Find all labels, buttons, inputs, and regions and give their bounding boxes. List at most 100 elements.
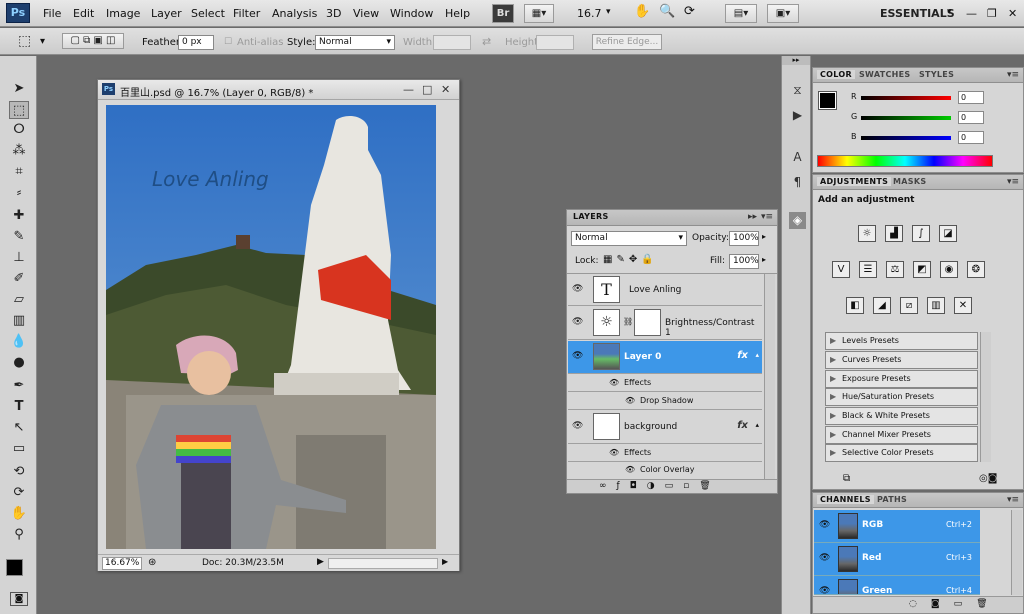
- image-canvas[interactable]: Love Anling: [106, 105, 436, 549]
- foreground-color-swatch[interactable]: [6, 559, 23, 576]
- character-panel-icon[interactable]: A: [789, 149, 806, 166]
- preset-dropdown-icon[interactable]: ▾: [40, 36, 45, 47]
- hue-saturation-icon[interactable]: ☰: [859, 261, 877, 278]
- vibrance-icon[interactable]: V: [832, 261, 850, 278]
- b-slider[interactable]: [861, 136, 951, 140]
- channels-panel-menu-icon[interactable]: ▾≡: [1007, 495, 1019, 505]
- hand-tool-panel-icon[interactable]: ✋: [9, 505, 29, 523]
- clone-stamp-tool-icon[interactable]: ⊥: [9, 249, 29, 267]
- effects-eye-icon[interactable]: 👁: [609, 448, 619, 457]
- zoom-tool-panel-icon[interactable]: ⚲: [9, 526, 29, 544]
- channel-mixer-presets-item[interactable]: ▶ Channel Mixer Presets: [825, 426, 978, 444]
- layer-row-brightness-contrast[interactable]: 👁 ☼ ⛓ Brightness/Contrast 1: [568, 307, 762, 340]
- type-tool-icon[interactable]: T: [9, 398, 29, 416]
- zoom-dropdown-icon[interactable]: ▾: [606, 7, 611, 17]
- adjustments-panel-menu-icon[interactable]: ▾≡: [1007, 177, 1019, 187]
- menu-edit[interactable]: Edit: [73, 7, 94, 20]
- layers-panel-menu-icon[interactable]: ▾≡: [761, 212, 773, 222]
- menu-analysis[interactable]: Analysis: [272, 7, 317, 20]
- levels-icon[interactable]: ▟: [885, 225, 903, 242]
- channel-row-red[interactable]: 👁 Red Ctrl+3: [814, 543, 980, 576]
- effect-drop-shadow-row[interactable]: 👁 Drop Shadow: [568, 393, 762, 410]
- layers-dock-icon[interactable]: ◈: [789, 212, 806, 229]
- effect-eye-icon[interactable]: 👁: [625, 465, 635, 474]
- r-value-input[interactable]: 0: [958, 91, 984, 104]
- black-white-icon[interactable]: ◩: [913, 261, 931, 278]
- status-info-icon[interactable]: ⊛: [148, 557, 156, 568]
- hand-tool-icon[interactable]: ✋: [634, 4, 650, 19]
- fill-input[interactable]: 100%: [729, 254, 759, 269]
- presets-scrollbar[interactable]: [980, 332, 991, 462]
- 3d-rotate-tool-icon[interactable]: ⟲: [9, 463, 29, 481]
- pen-tool-icon[interactable]: ✒: [9, 377, 29, 395]
- workspace-dropdown-icon[interactable]: ▾: [947, 7, 952, 17]
- threshold-icon[interactable]: ⧄: [900, 297, 918, 314]
- brightness-contrast-icon[interactable]: ☼: [858, 225, 876, 242]
- layer-row-love-anling[interactable]: 👁 T Love Anling: [568, 274, 762, 306]
- brush-tool-icon[interactable]: ✎: [9, 228, 29, 246]
- invert-icon[interactable]: ◧: [846, 297, 864, 314]
- zoom-tool-icon[interactable]: 🔍: [659, 4, 675, 19]
- hue-saturation-presets-item[interactable]: ▶ Hue/Saturation Presets: [825, 388, 978, 406]
- gradient-tool-icon[interactable]: ▥: [9, 312, 29, 330]
- paths-tab[interactable]: PATHS: [877, 495, 907, 504]
- masks-tab[interactable]: MASKS: [893, 177, 926, 186]
- color-balance-icon[interactable]: ⚖: [886, 261, 904, 278]
- layer-row-background[interactable]: 👁 background fx ▴: [568, 411, 762, 444]
- curves-icon[interactable]: ∫: [912, 225, 930, 242]
- color-panel-menu-icon[interactable]: ▾≡: [1007, 70, 1019, 80]
- screen-mode-icon[interactable]: ▣▾: [767, 4, 799, 23]
- doc-maximize-icon[interactable]: □: [422, 83, 432, 96]
- g-slider[interactable]: [861, 116, 951, 120]
- layer-effects-icon[interactable]: fx: [737, 350, 748, 361]
- visibility-eye-icon[interactable]: 👁: [819, 520, 830, 530]
- rectangular-marquee-tool-icon[interactable]: ⬚: [9, 101, 29, 119]
- blend-mode-select[interactable]: Normal ▾: [571, 231, 687, 246]
- effects-toggle-icon[interactable]: ▴: [755, 421, 759, 429]
- spot-healing-tool-icon[interactable]: ✚: [9, 207, 29, 225]
- selection-mode-buttons[interactable]: ▢ ⧉ ▣ ◫: [62, 33, 124, 49]
- opacity-slider-icon[interactable]: ▸: [762, 232, 766, 241]
- workspace-switcher[interactable]: ESSENTIALS: [880, 7, 955, 20]
- history-brush-tool-icon[interactable]: ✐: [9, 270, 29, 288]
- lasso-tool-icon[interactable]: ⵔ: [9, 121, 29, 139]
- lock-options-icons[interactable]: ▦✎✥🔒: [603, 254, 658, 265]
- styles-tab[interactable]: STYLES: [919, 70, 954, 79]
- effects-eye-icon[interactable]: 👁: [609, 378, 619, 387]
- collapse-panel-icon[interactable]: ▸▸: [748, 212, 757, 222]
- layer-row-layer-0[interactable]: 👁 Layer 0 fx ▴: [568, 341, 762, 374]
- channel-row-green[interactable]: 👁 Green Ctrl+4: [814, 576, 980, 595]
- shape-tool-icon[interactable]: ▭: [9, 440, 29, 458]
- selective-color-presets-item[interactable]: ▶ Selective Color Presets: [825, 444, 978, 462]
- bridge-button[interactable]: Br: [492, 4, 514, 23]
- color-spectrum-ramp[interactable]: [817, 155, 993, 167]
- adjustment-footer-icons[interactable]: ◎◙: [979, 473, 997, 484]
- blur-tool-icon[interactable]: 💧: [9, 333, 29, 351]
- style-select[interactable]: Normal ▾: [315, 35, 395, 50]
- channels-tab[interactable]: CHANNELS: [817, 495, 874, 504]
- b-value-input[interactable]: 0: [958, 131, 984, 144]
- layers-footer-buttons[interactable]: ∞ƒ◘◑▭▫🗑: [567, 479, 777, 493]
- channel-row-rgb[interactable]: 👁 RGB Ctrl+2: [814, 510, 980, 543]
- effects-toggle-icon[interactable]: ▴: [755, 351, 759, 359]
- eyedropper-tool-icon[interactable]: ⸗: [9, 184, 29, 202]
- paragraph-panel-icon[interactable]: ¶: [789, 174, 806, 191]
- visibility-eye-icon[interactable]: 👁: [572, 421, 583, 431]
- channel-mixer-icon[interactable]: ❂: [967, 261, 985, 278]
- visibility-eye-icon[interactable]: 👁: [572, 317, 583, 327]
- color-foreground-swatch[interactable]: [818, 91, 837, 110]
- path-selection-tool-icon[interactable]: ↖: [9, 419, 29, 437]
- curves-presets-item[interactable]: ▶ Curves Presets: [825, 351, 978, 369]
- selective-color-icon[interactable]: ✕: [954, 297, 972, 314]
- black-white-presets-item[interactable]: ▶ Black & White Presets: [825, 407, 978, 425]
- crop-tool-icon[interactable]: ⌗: [9, 163, 29, 181]
- quick-mask-icon[interactable]: ◙: [10, 592, 28, 606]
- fill-slider-icon[interactable]: ▸: [762, 255, 766, 264]
- clip-to-layer-icon[interactable]: ⧉: [843, 473, 850, 484]
- zoom-level[interactable]: 16.7: [577, 7, 602, 20]
- gradient-map-icon[interactable]: ▥: [927, 297, 945, 314]
- menu-view[interactable]: View: [353, 7, 379, 20]
- menu-image[interactable]: Image: [106, 7, 140, 20]
- doc-close-icon[interactable]: ✕: [441, 83, 450, 96]
- effect-color-overlay-row[interactable]: 👁 Color Overlay: [568, 463, 762, 479]
